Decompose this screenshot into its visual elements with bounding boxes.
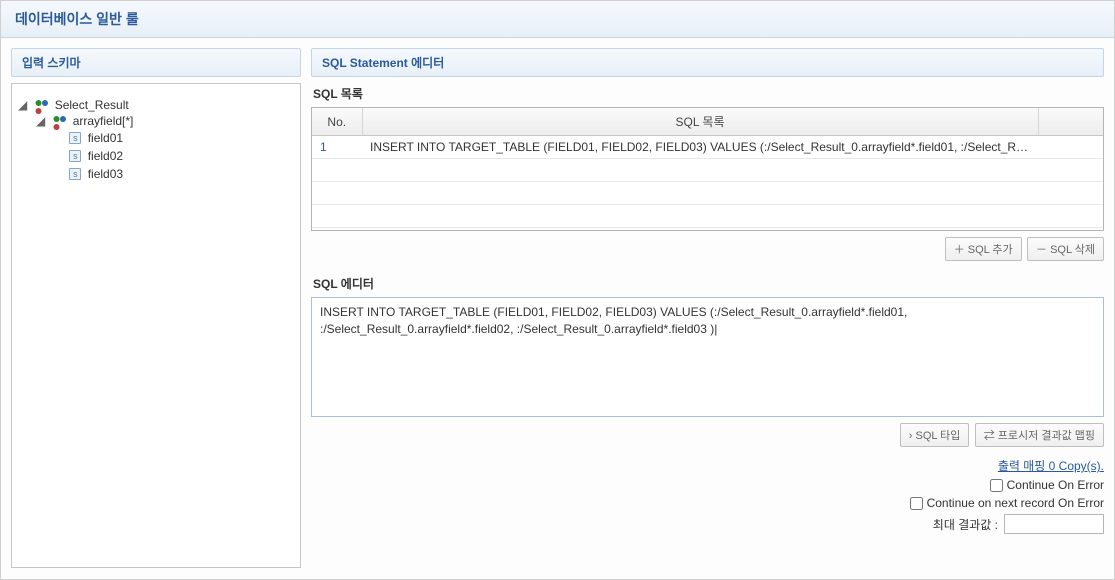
sql-editor-buttons: › SQL 타입 ⇄ 프로시저 결과값 맵핑 xyxy=(311,423,1104,447)
add-sql-button[interactable]: ＋ SQL 추가 xyxy=(945,237,1022,261)
cell-actions xyxy=(1038,136,1103,159)
delete-sql-button[interactable]: － SQL 삭제 xyxy=(1027,237,1104,261)
continue-on-error-label[interactable]: Continue On Error xyxy=(1007,478,1104,492)
table-row-empty xyxy=(312,205,1103,228)
schema-tree: ◢ ●●● Select_Result ◢ ●●● arrayfield[*] xyxy=(18,96,294,187)
tree-label: Select_Result xyxy=(55,98,129,112)
right-panel: SQL Statement 에디터 SQL 목록 No. SQL 목록 1 xyxy=(311,48,1104,568)
sql-editor-label: SQL 에디터 xyxy=(313,275,1104,292)
tree-node-root[interactable]: ◢ ●●● Select_Result ◢ ●●● arrayfield[*] xyxy=(18,96,294,187)
footer-options: 출력 매핑 0 Copy(s). Continue On Error Conti… xyxy=(311,453,1104,534)
tree-label: field02 xyxy=(88,149,123,163)
sql-editor-textarea[interactable] xyxy=(311,297,1104,417)
window-title: 데이터베이스 일반 룰 xyxy=(1,1,1114,38)
tree-node-field[interactable]: s field01 xyxy=(54,129,294,147)
proc-result-mapping-button[interactable]: ⇄ 프로시저 결과값 맵핑 xyxy=(975,423,1104,447)
col-header-actions xyxy=(1038,108,1103,136)
max-result-input[interactable] xyxy=(1004,514,1104,534)
collapse-icon[interactable]: ◢ xyxy=(36,114,46,128)
continue-next-record-checkbox[interactable] xyxy=(910,497,923,510)
table-row-empty xyxy=(312,159,1103,182)
sql-list-table: No. SQL 목록 1 INSERT INTO TARGET_TABLE (F… xyxy=(312,108,1103,228)
table-row-empty xyxy=(312,182,1103,205)
window: 데이터베이스 일반 룰 입력 스키마 ◢ ●●● Select_Result ◢… xyxy=(0,0,1115,580)
content: 입력 스키마 ◢ ●●● Select_Result ◢ ●●● arrayfi… xyxy=(1,38,1114,578)
tree-label: arrayfield[*] xyxy=(73,114,134,128)
max-result-label: 최대 결과값 : xyxy=(933,516,998,533)
input-schema-header: 입력 스키마 xyxy=(11,48,301,77)
string-field-icon: s xyxy=(69,132,81,144)
sql-list-buttons: ＋ SQL 추가 － SQL 삭제 xyxy=(311,237,1104,261)
tree-node-array[interactable]: ◢ ●●● arrayfield[*] s field01 xyxy=(36,112,294,184)
tree-label: field01 xyxy=(88,131,123,145)
sql-type-button[interactable]: › SQL 타입 xyxy=(900,423,970,447)
table-row[interactable]: 1 INSERT INTO TARGET_TABLE (FIELD01, FIE… xyxy=(312,136,1103,159)
tree-node-field[interactable]: s field02 xyxy=(54,147,294,165)
output-mapping-link[interactable]: 출력 매핑 0 Copy(s). xyxy=(998,459,1104,473)
col-header-no: No. xyxy=(312,108,362,136)
sql-list-table-wrap: No. SQL 목록 1 INSERT INTO TARGET_TABLE (F… xyxy=(311,107,1104,231)
cell-sql: INSERT INTO TARGET_TABLE (FIELD01, FIELD… xyxy=(362,136,1038,159)
collapse-icon[interactable]: ◢ xyxy=(18,98,28,112)
tree-node-field[interactable]: s field03 xyxy=(54,165,294,183)
sql-statement-header: SQL Statement 에디터 xyxy=(311,48,1104,77)
continue-on-error-checkbox[interactable] xyxy=(990,479,1003,492)
continue-next-record-label[interactable]: Continue on next record On Error xyxy=(927,496,1104,510)
cell-no: 1 xyxy=(312,136,362,159)
string-field-icon: s xyxy=(69,168,81,180)
tree-label: field03 xyxy=(88,167,123,181)
group-icon: ●●● xyxy=(51,116,66,129)
string-field-icon: s xyxy=(69,150,81,162)
sql-list-label: SQL 목록 xyxy=(313,85,1104,102)
schema-tree-box: ◢ ●●● Select_Result ◢ ●●● arrayfield[*] xyxy=(11,83,301,568)
group-icon: ●●● xyxy=(33,99,48,112)
left-panel: 입력 스키마 ◢ ●●● Select_Result ◢ ●●● arrayfi… xyxy=(11,48,301,568)
col-header-sql: SQL 목록 xyxy=(362,108,1038,136)
